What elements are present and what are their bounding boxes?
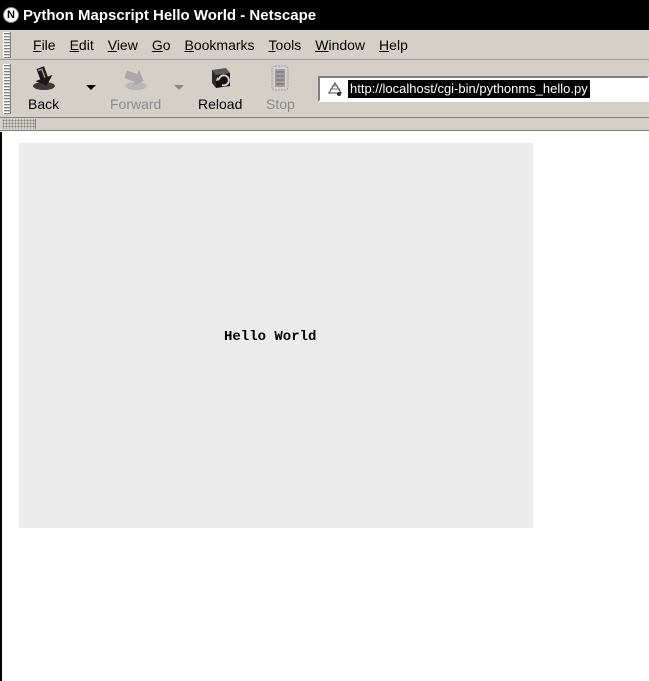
map-image: Hello World [19,143,533,528]
page-proxy-icon[interactable] [326,80,344,98]
menu-go[interactable]: Go [152,37,171,53]
page-content: Hello World [0,132,649,681]
menu-bar: File Edit View Go Bookmarks Tools Window… [0,30,649,60]
menu-bookmarks[interactable]: Bookmarks [185,37,255,53]
stop-icon [266,64,294,92]
menu-window[interactable]: Window [315,37,365,53]
toolbar-grip[interactable] [3,64,11,114]
personal-toolbar [0,118,649,131]
menu-view[interactable]: View [108,37,138,53]
back-button[interactable]: Back [28,64,59,114]
netscape-logo-icon [3,7,19,23]
location-bar[interactable]: http://localhost/cgi-bin/pythonms_hello.… [318,76,649,102]
reload-icon [206,64,234,92]
menu-bar-grip[interactable] [3,31,11,58]
personal-toolbar-grip[interactable] [2,119,36,129]
back-history-dropdown[interactable] [86,85,96,90]
reload-button[interactable]: Reload [198,64,242,114]
window-title-bar[interactable]: Python Mapscript Hello World - Netscape [0,0,649,30]
back-arrow-icon [30,64,58,92]
navigation-toolbar: Back Forward Reload Stop http://localhos… [0,60,649,118]
map-label: Hello World [224,329,317,345]
menu-edit[interactable]: Edit [70,37,94,53]
menu-file[interactable]: File [33,37,56,53]
menu-help[interactable]: Help [379,37,408,53]
forward-arrow-icon [122,64,150,92]
url-input[interactable]: http://localhost/cgi-bin/pythonms_hello.… [348,80,590,98]
forward-button[interactable]: Forward [110,64,161,114]
menu-tools[interactable]: Tools [269,37,302,53]
stop-button[interactable]: Stop [266,64,295,114]
forward-history-dropdown[interactable] [174,85,184,90]
window-title: Python Mapscript Hello World - Netscape [23,6,317,24]
